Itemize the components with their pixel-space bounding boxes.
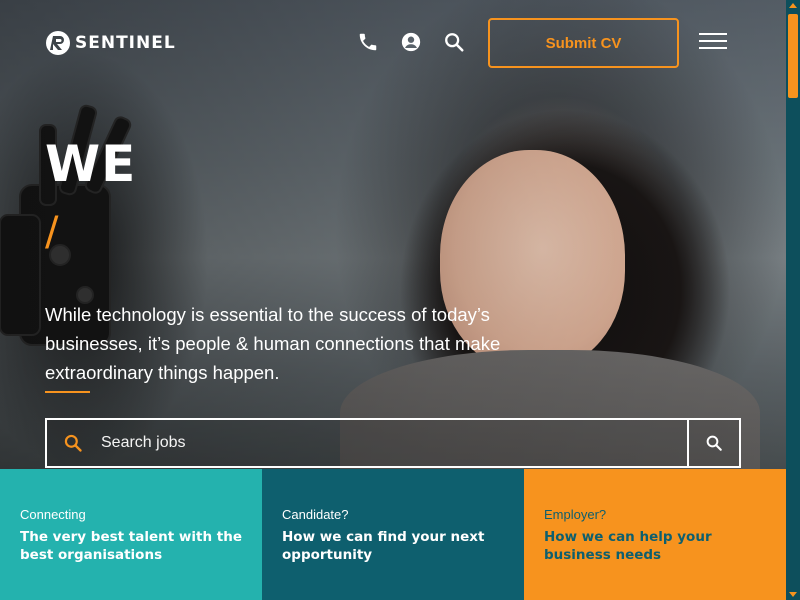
account-icon[interactable]	[400, 31, 422, 53]
scroll-up-arrow-icon[interactable]	[789, 3, 797, 8]
feature-cards: Connecting The very best talent with the…	[0, 469, 786, 600]
hero-lead-text: While technology is essential to the suc…	[45, 304, 501, 383]
card-title: How we can help your business needs	[544, 529, 712, 563]
search-jobs-input[interactable]	[99, 419, 687, 467]
card-kicker: Candidate?	[282, 507, 349, 522]
job-search-bar	[45, 418, 741, 468]
card-employer[interactable]: Employer? How we can help your business …	[524, 469, 786, 600]
search-icon	[64, 434, 82, 452]
hero-slash-accent: /	[45, 209, 59, 255]
card-title: How we can find your next opportunity	[282, 529, 485, 563]
phone-icon[interactable]	[357, 31, 379, 53]
sentinel-logo-icon	[46, 31, 70, 55]
search-submit-button[interactable]	[687, 420, 739, 466]
submit-cv-button[interactable]: Submit CV	[488, 18, 679, 68]
hamburger-menu-icon[interactable]	[699, 33, 727, 53]
site-header: SENTINEL Submit CV	[0, 0, 786, 90]
brand-name: SENTINEL	[75, 33, 176, 53]
search-icon[interactable]	[443, 31, 465, 53]
card-kicker: Employer?	[544, 507, 607, 522]
scrollbar-thumb[interactable]	[788, 14, 798, 98]
search-icon	[706, 435, 722, 451]
scroll-down-arrow-icon[interactable]	[789, 592, 797, 597]
brand-logo[interactable]: SENTINEL	[45, 30, 176, 56]
page-scrollbar[interactable]	[786, 0, 800, 600]
lead-accent-rule	[45, 391, 90, 393]
card-connecting[interactable]: Connecting The very best talent with the…	[0, 469, 262, 600]
search-field-icon	[47, 433, 99, 453]
card-candidate[interactable]: Candidate? How we can find your next opp…	[262, 469, 524, 600]
card-title: The very best talent with the best organ…	[20, 529, 242, 563]
menu-line	[699, 40, 727, 42]
menu-line	[699, 47, 727, 49]
hero-headline: WE	[45, 135, 137, 193]
card-kicker: Connecting	[20, 507, 86, 522]
menu-line	[699, 33, 727, 35]
